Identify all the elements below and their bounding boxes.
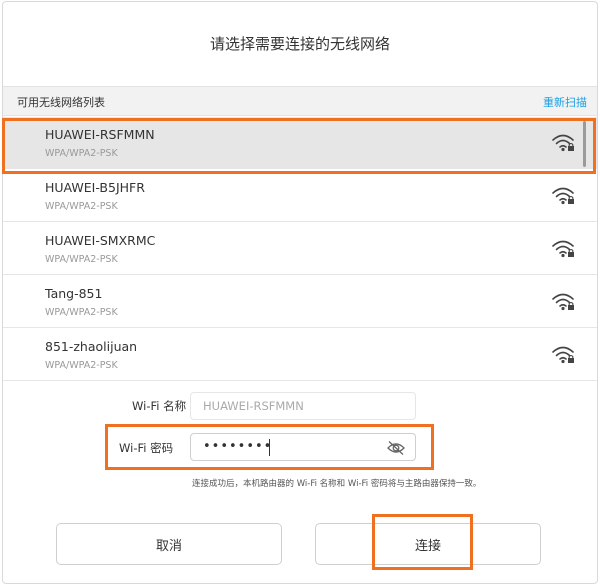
network-ssid: 851-zhaolijuan [45, 339, 138, 354]
network-security: WPA/WPA2-PSK [45, 201, 118, 212]
wifi-locked-icon [552, 293, 574, 311]
selected-network-highlight [2, 118, 596, 174]
connect-highlight [372, 514, 473, 570]
network-row[interactable]: HUAWEI-SMXRMC WPA/WPA2-PSK [3, 223, 597, 275]
network-ssid: Tang-851 [45, 286, 103, 301]
wifi-name-field: HUAWEI-RSFMMN [190, 392, 416, 420]
network-security: WPA/WPA2-PSK [45, 360, 118, 371]
wifi-locked-icon [552, 240, 574, 258]
network-ssid: HUAWEI-SMXRMC [45, 233, 156, 248]
wifi-locked-icon [552, 346, 574, 364]
network-ssid: HUAWEI-B5JHFR [45, 180, 145, 195]
cancel-button[interactable]: 取消 [56, 523, 282, 565]
wifi-locked-icon [552, 187, 574, 205]
connect-note: 连接成功后，本机路由器的 Wi-Fi 名称和 Wi-Fi 密码将与主路由器保持一… [192, 479, 482, 489]
password-highlight [105, 424, 434, 470]
network-list-label: 可用无线网络列表 [17, 96, 105, 109]
network-security: WPA/WPA2-PSK [45, 307, 118, 318]
network-list-header: 可用无线网络列表 重新扫描 [3, 86, 597, 116]
rescan-link[interactable]: 重新扫描 [543, 94, 587, 110]
network-row[interactable]: Tang-851 WPA/WPA2-PSK [3, 276, 597, 328]
network-row[interactable]: 851-zhaolijuan WPA/WPA2-PSK [3, 329, 597, 380]
wifi-name-value: HUAWEI-RSFMMN [203, 399, 304, 413]
network-row[interactable]: HUAWEI-B5JHFR WPA/WPA2-PSK [3, 170, 597, 222]
dialog-title: 请选择需要连接的无线网络 [209, 34, 390, 53]
network-security: WPA/WPA2-PSK [45, 254, 118, 265]
wifi-name-label: Wi-Fi 名称 [132, 399, 187, 413]
